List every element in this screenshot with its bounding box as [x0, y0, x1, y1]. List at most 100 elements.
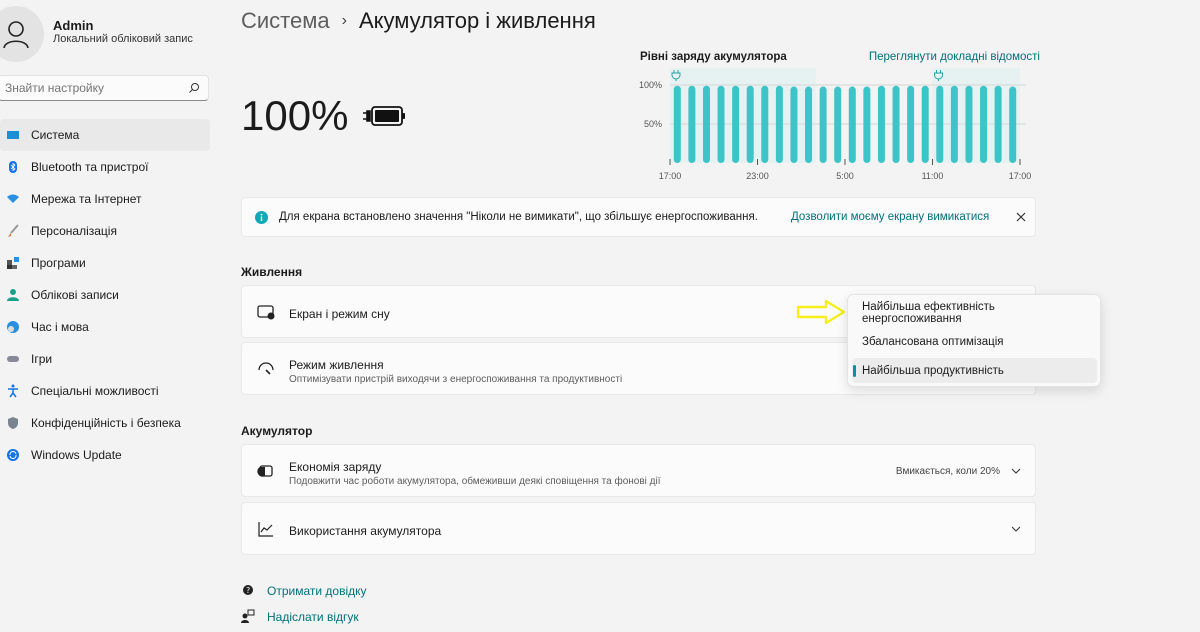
battery-bar — [775, 85, 783, 163]
clock-globe-icon — [7, 321, 19, 333]
sidebar-item-label: Програми — [31, 256, 86, 270]
sidebar-item-2[interactable]: Мережа та Інтернет — [0, 183, 210, 215]
chart-plot: 100% 50% 17:00 23:00 5:00 11:00 17:00 — [639, 68, 1032, 181]
battery-bar — [688, 85, 696, 163]
search-box[interactable] — [0, 75, 209, 101]
sidebar-item-5[interactable]: Облікові записи — [0, 279, 210, 311]
battery-bar — [732, 85, 740, 163]
feedback-icon — [241, 609, 255, 623]
user-account-type: Локальний обліковий запис — [53, 33, 193, 45]
shield-icon — [8, 417, 18, 429]
user-name: Admin — [53, 18, 94, 33]
battery-bar — [1009, 86, 1017, 163]
wifi-icon — [7, 194, 19, 203]
screen-sleep-title: Екран і режим сну — [289, 307, 390, 321]
sidebar-nav: Система Bluetooth та пристрої Мережа та Ін… — [0, 119, 210, 471]
x-tick-label: 17:00 — [1009, 171, 1032, 181]
sidebar-item-4[interactable]: Програми — [0, 247, 210, 279]
help-icon: ? — [243, 585, 253, 595]
avatar[interactable] — [0, 6, 44, 62]
update-icon — [7, 449, 19, 461]
search-icon[interactable] — [188, 82, 200, 94]
sidebar-item-label: Конфіденційність і безпека — [31, 416, 181, 430]
sidebar-item-3[interactable]: Персоналізація — [0, 215, 210, 247]
battery-percent: 100% — [241, 92, 349, 139]
battery-bar — [673, 85, 681, 163]
y-tick-label: 50% — [644, 119, 662, 129]
power-mode-option-efficiency[interactable]: Найбільша ефективність енергоспоживання — [852, 300, 1097, 325]
breadcrumb-parent[interactable]: Система — [241, 8, 330, 34]
sidebar-item-label: Спеціальні можливості — [31, 384, 159, 398]
battery-bar — [746, 85, 754, 163]
battery-bar — [965, 85, 973, 163]
sidebar-item-7[interactable]: Ігри — [0, 343, 210, 375]
sidebar-item-0[interactable]: Система — [0, 119, 210, 151]
sidebar-item-label: Персоналізація — [31, 224, 117, 238]
x-tick-label: 5:00 — [836, 171, 854, 181]
chevron-down-icon[interactable] — [1011, 468, 1021, 474]
accessibility-icon — [8, 384, 18, 398]
sidebar-item-label: Мережа та Інтернет — [31, 192, 142, 206]
battery-bar — [950, 85, 958, 163]
annotation-arrow-icon — [796, 299, 846, 325]
x-tick-label: 23:00 — [746, 171, 769, 181]
chevron-down-icon[interactable] — [1011, 526, 1021, 532]
battery-usage-row[interactable]: Використання акумулятора — [241, 502, 1036, 555]
battery-bar — [761, 85, 769, 163]
battery-bar — [702, 85, 710, 163]
sidebar-item-label: Облікові записи — [31, 288, 119, 302]
battery-bar — [892, 85, 900, 163]
battery-charging-icon — [363, 106, 405, 126]
battery-bar — [790, 86, 798, 163]
power-mode-dropdown: Найбільша ефективність енергоспоживання … — [847, 294, 1101, 387]
battery-usage-title: Використання акумулятора — [289, 524, 442, 538]
page-title: Акумулятор і живлення — [358, 8, 596, 33]
get-help-link[interactable]: Отримати довідку — [267, 584, 367, 598]
speedometer-icon — [258, 361, 274, 375]
battery-bar — [805, 86, 813, 163]
gamepad-icon — [7, 356, 19, 362]
screen-sleep-icon — [257, 304, 275, 319]
apps-icon — [7, 257, 19, 269]
battery-saver-row[interactable]: Економія заряду Подовжити час роботи аку… — [241, 444, 1036, 497]
person-icon — [7, 289, 19, 301]
battery-bar — [921, 85, 929, 163]
battery-bar — [936, 85, 944, 163]
power-mode-option-performance[interactable]: Найбільша продуктивність — [852, 358, 1097, 383]
sidebar-item-label: Bluetooth та пристрої — [31, 160, 149, 174]
brush-icon — [8, 224, 19, 237]
sidebar-item-1[interactable]: Bluetooth та пристрої — [0, 151, 210, 183]
battery-bar — [994, 85, 1002, 163]
battery-bar — [717, 85, 725, 163]
sidebar-item-label: Час і мова — [31, 320, 89, 334]
bluetooth-icon — [9, 161, 17, 173]
close-icon[interactable] — [1016, 212, 1026, 222]
y-tick-label: 100% — [639, 80, 662, 90]
battery-saver-title: Економія заряду — [289, 460, 382, 474]
power-mode-title: Режим живлення — [289, 358, 384, 372]
sidebar-item-9[interactable]: Конфіденційність і безпека — [0, 407, 210, 439]
x-tick-label: 11:00 — [922, 171, 944, 181]
sidebar-item-8[interactable]: Спеціальні можливості — [0, 375, 210, 407]
battery-level-chart: Рівні заряду акумулятора Переглянути док… — [636, 48, 1040, 188]
line-chart-icon — [258, 521, 273, 537]
breadcrumb: Система › Акумулятор і живлення — [241, 8, 596, 34]
x-tick-label: 17:00 — [659, 171, 682, 181]
sidebar-item-10[interactable]: Windows Update — [0, 439, 210, 471]
power-heading: Живлення — [241, 265, 303, 279]
sidebar-item-label: Ігри — [31, 352, 53, 366]
send-feedback-link[interactable]: Надіслати відгук — [267, 610, 359, 624]
allow-screen-off-link[interactable]: Дозволити моєму екрану вимикатися — [791, 211, 989, 223]
sidebar-item-6[interactable]: Час і мова — [0, 311, 210, 343]
sidebar-item-label: Windows Update — [31, 448, 122, 462]
battery-bar — [848, 86, 856, 163]
battery-bar — [863, 86, 871, 163]
screen-notice-banner: Для екрана встановлено значення "Ніколи … — [241, 197, 1036, 237]
search-input[interactable] — [5, 81, 175, 95]
power-mode-option-balanced[interactable]: Збалансована оптимізація — [852, 329, 1097, 354]
sidebar-item-label: Система — [31, 128, 80, 142]
battery-bar — [907, 85, 915, 163]
notice-text: Для екрана встановлено значення "Ніколи … — [279, 211, 758, 223]
monitor-icon — [7, 131, 19, 139]
svg-text:?: ? — [246, 586, 250, 595]
